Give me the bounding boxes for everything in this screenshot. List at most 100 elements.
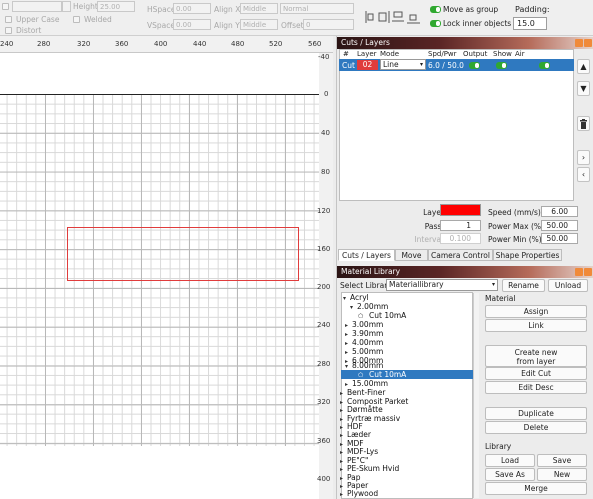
col-spd-pwr: Spd/Pwr xyxy=(428,50,457,58)
tab-camera-control[interactable]: Camera Control xyxy=(428,249,493,261)
merge-button[interactable]: Merge xyxy=(485,482,587,495)
welded-checkbox[interactable] xyxy=(73,16,80,23)
float-window-icon[interactable] xyxy=(575,268,583,276)
power-max-label: Power Max (%) xyxy=(488,222,544,231)
move-layer-down-button[interactable]: ▼ xyxy=(577,81,590,96)
close-window-icon[interactable] xyxy=(584,39,592,47)
offset-input[interactable]: 0 xyxy=(303,19,354,30)
ruler-tick: 400 xyxy=(317,475,331,483)
select-library-label: Select Library xyxy=(340,281,392,290)
ruler-tick: 40 xyxy=(321,129,330,137)
ruler-tick: 280 xyxy=(37,40,51,48)
style-select[interactable]: Normal xyxy=(280,3,354,14)
interval-input[interactable]: 0.100 xyxy=(440,233,481,244)
next-button[interactable]: › xyxy=(577,150,590,165)
close-window-icon[interactable] xyxy=(584,268,592,276)
edit-cut-button[interactable]: Edit Cut xyxy=(485,367,587,380)
speed-label: Speed (mm/s) xyxy=(488,208,541,217)
hspace-label: HSpace xyxy=(147,5,176,14)
tree-item[interactable]: ▾ 8.00mm xyxy=(345,361,383,370)
distort-checkbox[interactable] xyxy=(5,27,12,34)
tree-item[interactable]: ▾ 2.00mm xyxy=(350,302,388,311)
layer-color-swatch[interactable] xyxy=(440,204,481,216)
tree-item[interactable]: ▸ Bent-Finer xyxy=(340,388,385,397)
tree-item[interactable]: ▸ Dørmåtte xyxy=(340,405,383,414)
assign-button[interactable]: Assign xyxy=(485,305,587,318)
chevron-right-icon: › xyxy=(581,153,586,162)
duplicate-button[interactable]: Duplicate xyxy=(485,407,587,420)
canvas-origin-line xyxy=(0,94,319,95)
arrow-up-icon: ▲ xyxy=(580,62,587,71)
unload-button[interactable]: Unload xyxy=(548,279,588,292)
power-min-input[interactable]: 50.00 xyxy=(541,233,578,244)
upper-case-checkbox[interactable] xyxy=(5,16,12,23)
tree-item[interactable]: ▸ 3.00mm xyxy=(345,320,383,329)
ruler-tick: 280 xyxy=(317,360,331,368)
edit-desc-button[interactable]: Edit Desc xyxy=(485,381,587,394)
tree-item[interactable]: ▸ 15.00mm xyxy=(345,379,388,388)
air-toggle[interactable] xyxy=(539,62,550,69)
link-button[interactable]: Link xyxy=(485,319,587,332)
layer-mode-value: Line xyxy=(383,60,399,69)
load-button[interactable]: Load xyxy=(485,454,535,467)
height-input[interactable]: 25.00 xyxy=(97,1,135,12)
delete-button[interactable]: Delete xyxy=(485,421,587,434)
tree-item[interactable]: ▾ Acryl xyxy=(343,293,369,302)
tree-item[interactable]: ▸ Læder xyxy=(340,430,371,439)
col-num: # xyxy=(343,50,349,58)
material-library-titlebar: Material Library xyxy=(337,266,593,278)
new-button[interactable]: New xyxy=(537,468,587,481)
tree-scrollbar[interactable] xyxy=(473,293,479,498)
rename-button[interactable]: Rename xyxy=(502,279,545,292)
save-button[interactable]: Save xyxy=(537,454,587,467)
prev-button[interactable]: ‹ xyxy=(577,167,590,182)
text-option-checkbox[interactable] xyxy=(2,3,9,10)
move-layer-up-button[interactable]: ▲ xyxy=(577,59,590,74)
library-select[interactable]: Materiallibrary ▾ xyxy=(386,279,498,291)
float-window-icon[interactable] xyxy=(575,39,583,47)
move-as-group-toggle[interactable] xyxy=(430,6,441,13)
layer-row-num: Cut xyxy=(342,61,355,70)
library-select-value: Materiallibrary xyxy=(389,280,444,289)
lock-inner-objects-toggle[interactable] xyxy=(430,20,441,27)
tab-cuts-layers[interactable]: Cuts / Layers xyxy=(338,249,395,261)
output-toggle[interactable] xyxy=(469,62,480,69)
create-new-from-layer-button[interactable]: Create new from layer xyxy=(485,345,587,367)
layer-mode-select[interactable]: Line ▾ xyxy=(380,59,426,70)
col-show: Show xyxy=(493,50,512,58)
layer-color-chip[interactable]: 02 xyxy=(357,60,378,70)
top-ruler: 240 280 320 360 400 440 480 520 560 xyxy=(0,36,333,53)
delete-layer-button[interactable] xyxy=(577,116,590,131)
show-toggle[interactable] xyxy=(496,62,507,69)
canvas-rectangle-shape[interactable] xyxy=(67,227,299,281)
ruler-tick: 0 xyxy=(324,90,329,98)
vspace-input[interactable]: 0.00 xyxy=(173,19,211,30)
hspace-input[interactable]: 0.00 xyxy=(173,3,211,14)
tree-item[interactable]: ▸ Plywood xyxy=(340,489,378,498)
ruler-tick: 320 xyxy=(77,40,91,48)
save-as-button[interactable]: Save As xyxy=(485,468,535,481)
align-tools-icon[interactable] xyxy=(363,9,423,25)
tab-shape-properties[interactable]: Shape Properties xyxy=(493,249,562,261)
ruler-tick: 120 xyxy=(317,207,331,215)
font-select-arrow[interactable] xyxy=(62,1,71,12)
tree-item[interactable]: ▸ 3.90mm xyxy=(345,329,383,338)
ruler-tick: 240 xyxy=(317,321,331,329)
speed-input[interactable]: 6.00 xyxy=(541,206,578,217)
font-select[interactable] xyxy=(12,1,62,12)
height-label: Height xyxy=(73,2,98,11)
tree-item[interactable]: ▸ 4.00mm xyxy=(345,338,383,347)
padding-input[interactable]: 15.0 xyxy=(513,17,547,30)
align-x-select[interactable]: Middle xyxy=(240,3,278,14)
tree-item-selected[interactable]: ⬠ Cut 10mA xyxy=(358,370,406,379)
tab-move[interactable]: Move xyxy=(395,249,428,261)
align-y-select[interactable]: Middle xyxy=(240,19,278,30)
tree-item[interactable]: ▸ 5.00mm xyxy=(345,347,383,356)
layer-row[interactable]: Cut 02 Line ▾ 6.0 / 50.0 xyxy=(339,59,574,71)
arrow-down-icon: ▼ xyxy=(580,84,587,93)
power-max-input[interactable]: 50.00 xyxy=(541,220,578,231)
pass-count-input[interactable]: 1 xyxy=(440,220,481,231)
tree-item[interactable]: ▸ PE-Skum Hvid xyxy=(340,464,399,473)
tree-item[interactable]: ▸ MDF-Lys xyxy=(340,447,378,456)
tree-item[interactable]: ⬠ Cut 10mA xyxy=(358,311,406,320)
